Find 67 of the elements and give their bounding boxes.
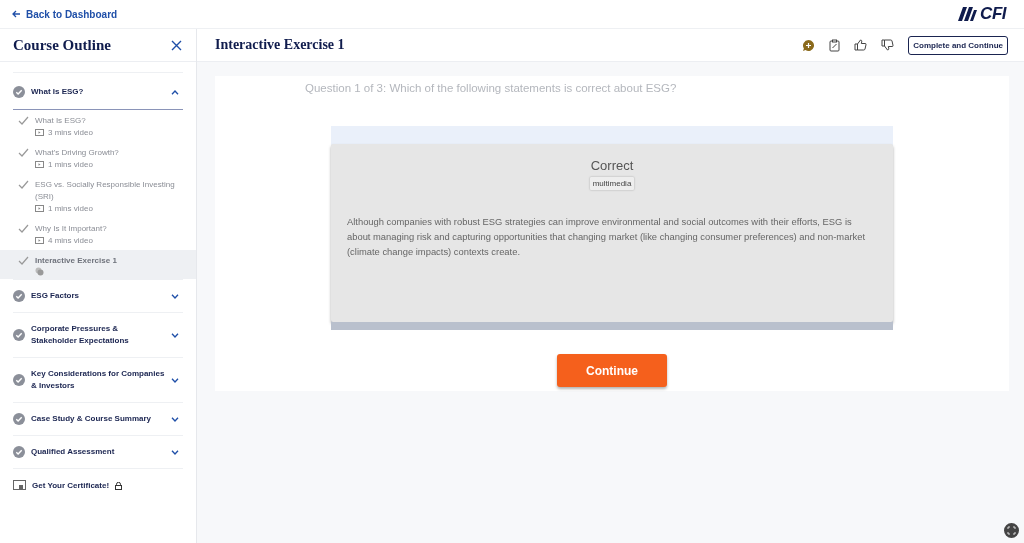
sidebar-title: Course Outline <box>13 36 111 54</box>
chevron-down-icon[interactable] <box>171 293 179 299</box>
video-icon <box>35 205 44 213</box>
section-header[interactable]: What Is ESG? <box>13 73 183 110</box>
section-title: Corporate Pressures & Stakeholder Expectations <box>31 323 130 347</box>
fullscreen-icon[interactable] <box>1004 523 1019 538</box>
lesson-title: ESG vs. Socially Responsible Investing (SRI) <box>35 179 176 203</box>
thumbs-down-icon[interactable] <box>881 39 895 51</box>
check-circle-icon <box>13 446 25 458</box>
clipboard-icon[interactable] <box>829 38 841 52</box>
section-header[interactable]: Key Considerations for Companies & Investors <box>13 358 183 402</box>
chevron-down-icon[interactable] <box>171 332 179 338</box>
feedback-text: Although companies with robust ESG strategies can improve environmental and social outcomes with their efforts, ESG is about managing risk and capturing opportunities that changing market (like changing consumer preferences) and non-market (climate change impacts) contexts create. <box>347 215 866 259</box>
video-icon <box>35 161 44 169</box>
certificate-link[interactable]: Get Your Certificate! <box>32 481 110 490</box>
stripes-icon <box>955 7 978 21</box>
complete-and-continue-button[interactable]: Complete and Continue <box>908 35 1008 55</box>
question-text: Question 1 of 3: Which of the following statements is correct about ESG? <box>304 81 678 96</box>
section-title: Key Considerations for Companies & Investors <box>31 368 165 392</box>
lesson-item[interactable]: What's Driving Growth? 1 mins video <box>0 142 196 174</box>
lesson-duration: 1 mins video <box>48 159 93 171</box>
lesson-title: What Is ESG? <box>35 115 87 127</box>
lesson-duration: 3 mins video <box>48 127 93 139</box>
page-title: Interactive Exercise 1 <box>215 37 346 53</box>
check-circle-icon <box>13 290 25 302</box>
check-icon <box>18 256 29 265</box>
thumbs-up-icon[interactable] <box>854 39 868 51</box>
lesson-title: What's Driving Growth? <box>35 147 119 159</box>
lesson-duration: 1 mins video <box>48 203 93 215</box>
section-title: Qualified Assessment <box>31 446 116 458</box>
pointer-icon <box>35 267 44 276</box>
section-header[interactable]: Case Study & Course Summary <box>13 403 183 435</box>
lesson-item[interactable]: Why Is It Important? 4 mins video <box>0 218 196 250</box>
check-icon <box>18 148 29 157</box>
section-header[interactable]: Corporate Pressures & Stakeholder Expectations <box>13 313 183 357</box>
lesson-item[interactable]: Interactive Exercise 1 <box>0 250 196 279</box>
lesson-item[interactable]: ESG vs. Socially Responsible Investing (SRI) 1 mins video <box>0 174 196 218</box>
chevron-up-icon[interactable] <box>171 89 179 95</box>
chevron-down-icon[interactable] <box>171 416 179 422</box>
section-title: What Is ESG? <box>31 86 85 98</box>
lesson-duration: 4 mins video <box>48 235 93 247</box>
section-header[interactable]: ESG Factors <box>13 280 183 312</box>
check-icon <box>18 224 29 233</box>
section-header[interactable]: Qualified Assessment <box>13 436 183 468</box>
section-title: ESG Factors <box>31 290 80 302</box>
chevron-down-icon[interactable] <box>171 377 179 383</box>
check-icon <box>18 180 29 189</box>
logo: CFI <box>955 4 1012 24</box>
chat-plus-icon[interactable] <box>802 38 816 52</box>
back-link[interactable]: Back to Dashboard <box>12 8 118 20</box>
lesson-title: Why Is It Important? <box>35 223 107 235</box>
check-circle-icon <box>13 374 25 386</box>
check-circle-icon <box>13 413 25 425</box>
check-circle-icon <box>13 329 25 341</box>
video-icon <box>35 237 44 245</box>
lesson-title: Interactive Exercise 1 <box>35 255 117 267</box>
feedback-heading: Correct <box>590 158 634 173</box>
section-title: Case Study & Course Summary <box>31 413 153 425</box>
check-circle-icon <box>13 86 25 98</box>
lesson-item[interactable]: What Is ESG? 3 mins video <box>0 110 196 142</box>
arrow-left-icon <box>12 10 21 18</box>
chevron-down-icon[interactable] <box>171 449 179 455</box>
check-icon <box>18 116 29 125</box>
media-tag: multimedia <box>589 177 635 190</box>
video-icon <box>35 129 44 137</box>
certificate-icon <box>13 480 26 491</box>
close-icon[interactable] <box>171 39 182 51</box>
